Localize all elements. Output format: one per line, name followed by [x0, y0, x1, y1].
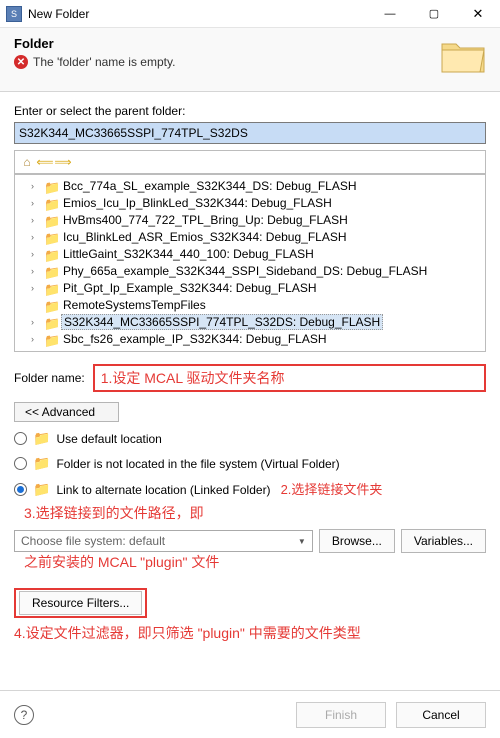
- expand-icon[interactable]: ›: [31, 181, 41, 191]
- tree-item[interactable]: ›📁Spi_Transfer_S32K344: Debug_FLASH: [17, 347, 483, 352]
- finish-button[interactable]: Finish: [296, 702, 386, 728]
- tree-item-label: RemoteSystemsTempFiles: [61, 298, 208, 312]
- tree-item[interactable]: ›📁Bcc_774a_SL_example_S32K344_DS: Debug_…: [17, 177, 483, 194]
- folder-icon: 📁: [33, 430, 50, 447]
- annotation-1: 1.设定 MCAL 驱动文件夹名称: [101, 368, 285, 388]
- folder-icon: 📁: [44, 231, 58, 243]
- parent-folder-input[interactable]: [14, 122, 486, 144]
- big-folder-icon: [440, 36, 486, 79]
- tree-item-label: Pit_Gpt_Ip_Example_S32K344: Debug_FLASH: [61, 281, 319, 295]
- folder-icon: 📁: [44, 265, 58, 277]
- titlebar: S New Folder — ▢ ✕: [0, 0, 500, 28]
- radio-icon: [14, 432, 27, 445]
- tree-item[interactable]: ›📁Emios_Icu_Ip_BlinkLed_S32K344: Debug_F…: [17, 194, 483, 211]
- folder-name-row: Folder name: 1.设定 MCAL 驱动文件夹名称: [14, 364, 486, 392]
- expand-icon[interactable]: ›: [31, 232, 41, 242]
- filesystem-combo[interactable]: Choose file system: default ▼: [14, 530, 313, 552]
- annotation-3a: 3.选择链接到的文件路径，即: [14, 503, 486, 523]
- tree-item-label: Icu_BlinkLed_ASR_Emios_S32K344: Debug_FL…: [61, 230, 349, 244]
- expand-icon[interactable]: ›: [31, 198, 41, 208]
- tree-item-label: Emios_Icu_Ip_BlinkLed_S32K344: Debug_FLA…: [61, 196, 334, 210]
- radio-icon: [14, 457, 27, 470]
- folder-icon: 📁: [44, 299, 58, 311]
- close-button[interactable]: ✕: [456, 0, 500, 28]
- browse-button[interactable]: Browse...: [319, 529, 395, 553]
- folder-icon: 📁: [44, 197, 58, 209]
- annotation-4: 4.设定文件过滤器，即只筛选 "plugin" 中需要的文件类型: [14, 624, 486, 644]
- resource-filters-highlight: Resource Filters...: [14, 588, 147, 618]
- banner-error-row: ✕ The 'folder' name is empty.: [14, 55, 486, 69]
- folder-icon: 📁: [44, 214, 58, 226]
- folder-name-label: Folder name:: [14, 371, 85, 385]
- folder-icon: 📁: [33, 455, 50, 472]
- resource-filters-button[interactable]: Resource Filters...: [19, 591, 142, 615]
- maximize-button[interactable]: ▢: [412, 0, 456, 28]
- tree-item[interactable]: ›📁Pit_Gpt_Ip_Example_S32K344: Debug_FLAS…: [17, 279, 483, 296]
- window-title: New Folder: [28, 7, 368, 21]
- chevron-down-icon: ▼: [298, 537, 306, 546]
- radio-label: Folder is not located in the file system…: [56, 457, 339, 471]
- help-icon[interactable]: ?: [14, 705, 34, 725]
- tree-item-label: S32K344_MC33665SSPI_774TPL_S32DS: Debug_…: [61, 314, 383, 330]
- footer: ? Finish Cancel: [0, 690, 500, 738]
- expand-icon[interactable]: ›: [31, 266, 41, 276]
- combo-text: Choose file system: default: [21, 534, 165, 548]
- expand-icon[interactable]: ›: [31, 249, 41, 259]
- expand-icon[interactable]: ›: [31, 317, 41, 327]
- link-path-row: Choose file system: default ▼ Browse... …: [14, 529, 486, 553]
- advanced-button[interactable]: << Advanced: [14, 402, 119, 422]
- error-icon: ✕: [14, 55, 28, 69]
- banner-heading: Folder: [14, 36, 486, 51]
- variables-button[interactable]: Variables...: [401, 529, 486, 553]
- folder-icon: 📁: [44, 316, 58, 328]
- tree-item-label: Spi_Transfer_S32K344: Debug_FLASH: [61, 349, 277, 353]
- forward-icon[interactable]: ⟹: [55, 154, 71, 170]
- expand-icon[interactable]: ›: [31, 334, 41, 344]
- tree-item[interactable]: ›📁Phy_665a_example_S32K344_SSPI_Sideband…: [17, 262, 483, 279]
- folder-name-input[interactable]: 1.设定 MCAL 驱动文件夹名称: [93, 364, 486, 392]
- minimize-button[interactable]: —: [368, 0, 412, 28]
- tree-item-label: Sbc_fs26_example_IP_S32K344: Debug_FLASH: [61, 332, 329, 346]
- radio-virtual-folder[interactable]: 📁 Folder is not located in the file syst…: [14, 455, 486, 472]
- cancel-button[interactable]: Cancel: [396, 702, 486, 728]
- home-icon[interactable]: ⌂: [19, 154, 35, 170]
- parent-folder-label: Enter or select the parent folder:: [14, 104, 486, 118]
- folder-icon: 📁: [44, 350, 58, 353]
- annotation-3b: 之前安装的 MCAL "plugin" 文件: [14, 552, 486, 572]
- radio-label: Use default location: [56, 432, 161, 446]
- annotation-2: 2.选择链接文件夹: [281, 479, 383, 498]
- tree-item[interactable]: ›📁HvBms400_774_722_TPL_Bring_Up: Debug_F…: [17, 211, 483, 228]
- expand-icon[interactable]: ›: [31, 215, 41, 225]
- tree-item[interactable]: ›📁RemoteSystemsTempFiles: [17, 296, 483, 313]
- tree-item-label: LittleGaint_S32K344_440_100: Debug_FLASH: [61, 247, 316, 261]
- project-tree[interactable]: ›📁Bcc_774a_SL_example_S32K344_DS: Debug_…: [14, 174, 486, 352]
- radio-linked-folder[interactable]: 📁 Link to alternate location (Linked Fol…: [14, 480, 486, 499]
- tree-item-label: Phy_665a_example_S32K344_SSPI_Sideband_D…: [61, 264, 429, 278]
- expand-icon[interactable]: ›: [31, 351, 41, 353]
- radio-icon: [14, 483, 27, 496]
- folder-icon: 📁: [44, 333, 58, 345]
- folder-icon: 📁: [44, 282, 58, 294]
- banner-error-text: The 'folder' name is empty.: [33, 55, 175, 69]
- tree-item[interactable]: ›📁S32K344_MC33665SSPI_774TPL_S32DS: Debu…: [17, 313, 483, 330]
- folder-icon: 📁: [33, 481, 50, 498]
- tree-item[interactable]: ›📁Icu_BlinkLed_ASR_Emios_S32K344: Debug_…: [17, 228, 483, 245]
- folder-icon: 📁: [44, 180, 58, 192]
- radio-default-location[interactable]: 📁 Use default location: [14, 430, 486, 447]
- banner: Folder ✕ The 'folder' name is empty.: [0, 28, 500, 92]
- path-toolbar: ⌂ ⟸ ⟹: [14, 150, 486, 174]
- folder-icon: 📁: [44, 248, 58, 260]
- content: Enter or select the parent folder: ⌂ ⟸ ⟹…: [0, 92, 500, 644]
- app-icon: S: [6, 6, 22, 22]
- back-icon[interactable]: ⟸: [37, 154, 53, 170]
- tree-item-label: Bcc_774a_SL_example_S32K344_DS: Debug_FL…: [61, 179, 359, 193]
- tree-item[interactable]: ›📁Sbc_fs26_example_IP_S32K344: Debug_FLA…: [17, 330, 483, 347]
- tree-item[interactable]: ›📁LittleGaint_S32K344_440_100: Debug_FLA…: [17, 245, 483, 262]
- radio-label: Link to alternate location (Linked Folde…: [56, 483, 270, 497]
- tree-item-label: HvBms400_774_722_TPL_Bring_Up: Debug_FLA…: [61, 213, 350, 227]
- expand-icon[interactable]: ›: [31, 283, 41, 293]
